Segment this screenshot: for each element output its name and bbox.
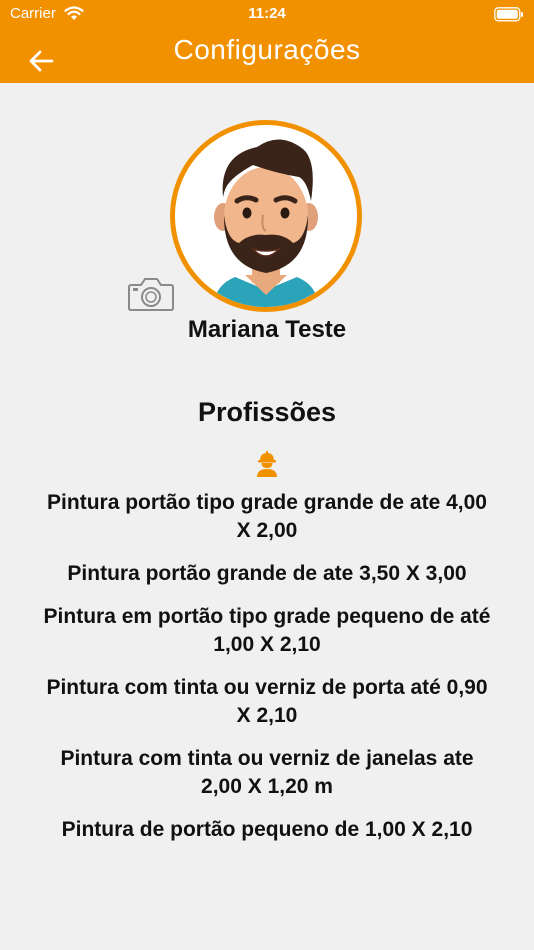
profession-item: Pintura com tinta ou verniz de porta até… (46, 676, 488, 727)
page-title: Configurações (173, 34, 361, 65)
profession-item: Pintura de portão pequeno de 1,00 X 2,10 (61, 818, 473, 841)
status-bar: Carrier 11:24 (0, 0, 534, 28)
avatar (170, 120, 362, 312)
bearded-man-avatar-icon (175, 125, 357, 307)
status-time: 11:24 (248, 5, 286, 22)
app-header: Carrier 11:24 Configurações (0, 0, 534, 83)
profession-item: Pintura em portão tipo grade pequeno de … (43, 605, 491, 656)
camera-icon[interactable] (127, 276, 175, 312)
worker-icon (257, 451, 277, 477)
profession-item: Pintura portão grande de ate 3,50 X 3,00 (67, 562, 467, 585)
user-name: Mariana Teste (187, 316, 347, 343)
battery-icon (494, 7, 523, 22)
professions-title: Profissões (197, 397, 337, 427)
profession-item: Pintura portão tipo grade grande de ate … (47, 491, 487, 542)
professions-list: Pintura portão tipo grade grande de ate … (40, 489, 494, 859)
profession-item: Pintura com tinta ou verniz de janelas a… (60, 747, 474, 798)
